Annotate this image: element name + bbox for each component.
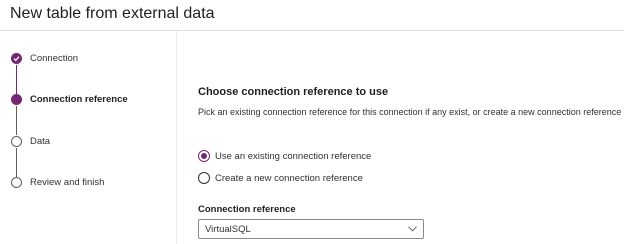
radio-unchecked-icon[interactable] [198,172,210,184]
radio-label: Create a new connection reference [215,172,363,184]
step-label-review-and-finish: Review and finish [30,177,105,188]
checkmark-icon [13,56,20,62]
connection-reference-dropdown[interactable]: VirtualSQL [198,219,424,239]
step-label-connection-reference[interactable]: Connection reference [30,94,128,105]
wizard-stepper: Connection Connection reference Data Rev… [0,31,177,244]
chevron-down-icon [408,226,417,232]
section-title: Choose connection reference to use [198,86,389,98]
step-connector [16,65,17,94]
dropdown-selected-value: VirtualSQL [205,224,251,235]
step-label-connection[interactable]: Connection [30,53,78,64]
step-pending-icon [11,136,22,147]
section-description: Pick an existing connection reference fo… [198,107,622,117]
step-pending-icon [11,177,22,188]
radio-create-new-reference[interactable]: Create a new connection reference [198,171,363,185]
step-completed-icon [11,53,22,64]
radio-checked-icon[interactable] [198,150,210,162]
step-connector [16,106,17,135]
step-label-data: Data [30,136,51,147]
radio-use-existing-reference[interactable]: Use an existing connection reference [198,149,371,163]
radio-label: Use an existing connection reference [215,150,372,162]
step-connector [16,148,17,177]
page-header: New table from external data [0,0,624,31]
page-title: New table from external data [10,5,215,22]
step-current-icon [11,94,22,105]
connection-reference-label: Connection reference [198,204,296,215]
